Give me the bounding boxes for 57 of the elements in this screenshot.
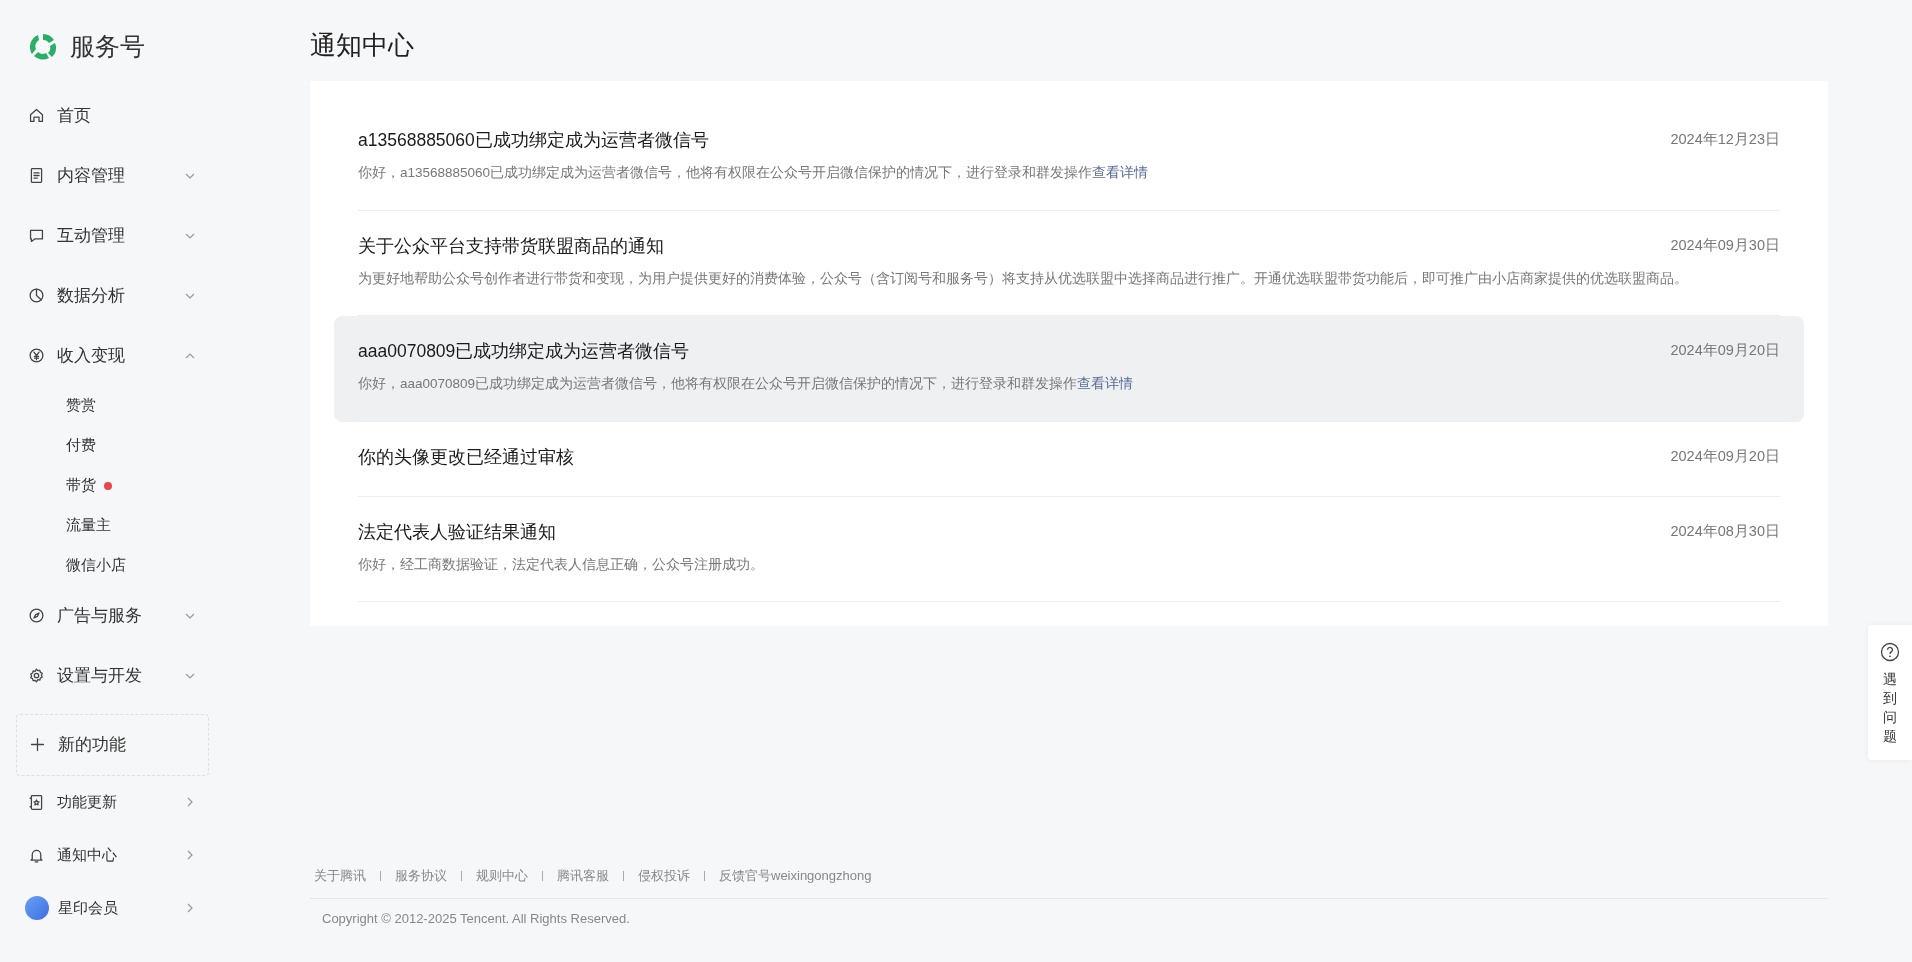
footer-link[interactable]: 侵权投诉 [638,866,690,886]
copyright-text: Copyright © 2012-2025 Tencent. All Rights Reserved. [321,909,631,928]
notification-title: 你的头像更改已经通过审核 [358,445,574,469]
page-title: 通知中心 [310,30,415,62]
pie-chart-icon [28,287,45,304]
member-avatar-icon [25,896,49,920]
help-icon [1880,642,1900,662]
nav-item[interactable]: 收入变现 [16,325,209,386]
notification-date: 2024年09月30日 [1670,235,1780,255]
compass-icon [28,607,45,624]
sidebar-link[interactable]: 星印会员 [16,881,209,935]
notification-title: aaa0070809已成功绑定成为运营者微信号 [358,340,690,364]
notification-summary: 你好，a13568885060已成功绑定成为运营者微信号，他将有权限在公众号开启微信保护的情况下，进行登录和群发操作查看详情 [358,164,1150,183]
footer-link[interactable]: 关于腾讯 [314,866,366,886]
notification-item[interactable]: 你的头像更改已经通过审核 2024年09月20日 [334,421,1804,497]
document-icon [28,167,45,184]
nav-subitem[interactable]: 微信小店 [66,554,126,577]
notification-item[interactable]: aaa0070809已成功绑定成为运营者微信号 2024年09月20日 你好，aaa0070809已成功绑定成为运营者微信号，他将有权限在公众号开启微信保护的情况下，进行登录和群发操作查看详情 [334,316,1804,422]
footer-link[interactable]: 腾讯客服 [557,866,609,886]
nav-item[interactable]: 设置与开发 [16,645,209,706]
logo-icon [28,31,58,62]
notification-date: 2024年12月23日 [1670,130,1780,150]
yen-icon [28,347,45,364]
footer-link[interactable]: 反馈官号weixingongzhong [719,866,872,886]
nav-item[interactable]: 互动管理 [16,205,209,266]
view-details-link[interactable]: 查看详情 [1092,165,1149,181]
help-tab[interactable]: 遇到问题 [1868,625,1912,760]
nav-subitem[interactable]: 赞赏 [66,394,96,417]
notification-summary: 你好，经工商数据验证，法定代表人信息正确，公众号注册成功。 [358,556,765,575]
view-details-link[interactable]: 查看详情 [1077,376,1134,392]
notification-date: 2024年09月20日 [1670,446,1780,466]
footer-link[interactable]: 规则中心 [476,866,528,886]
nav-item[interactable]: 数据分析 [16,265,209,326]
chat-bubble-icon [28,227,45,244]
notification-title: a13568885060已成功绑定成为运营者微信号 [358,129,709,153]
notification-item[interactable]: a13568885060已成功绑定成为运营者微信号 2024年12月23日 你好，a13568885060已成功绑定成为运营者微信号，他将有权限在公众号开启微信保护的情况下，进行登录和群发操作查看详情 [334,105,1804,211]
notification-date: 2024年08月30日 [1670,522,1780,542]
nav-item[interactable]: 内容管理 [16,145,209,206]
notification-summary: 你好，aaa0070809已成功绑定成为运营者微信号，他将有权限在公众号开启微信保护的情况下，进行登录和群发操作查看详情 [358,375,1135,394]
sidebar-link[interactable]: 通知中心 [16,828,209,882]
notification-date: 2024年09月20日 [1670,341,1780,361]
notification-summary: 为更好地帮助公众号创作者进行带货和变现，为用户提供更好的消费体验，公众号（含订阅号和服务号）将支持从优选联盟中选择商品进行推广。开通优选联盟带货功能后，即可推广由小店商家提供的优选联盟商品。 [358,269,1689,288]
notification-title: 法定代表人验证结果通知 [358,520,556,544]
plus-icon [29,736,46,753]
brand-name: 服务号 [70,31,145,62]
nav-subitem[interactable]: 付费 [66,434,96,457]
nav-subitem[interactable]: 带货 [66,474,96,497]
notification-title: 关于公众平台支持带货联盟商品的通知 [358,234,664,258]
nav-subitem[interactable]: 流量主 [66,514,111,537]
new-feature-button[interactable]: 新的功能 [16,713,209,776]
home-icon [28,107,45,124]
footer-link[interactable]: 服务协议 [395,866,447,886]
notification-item[interactable]: 法定代表人验证结果通知 2024年08月30日 你好，经工商数据验证，法定代表人信息正确，公众号注册成功。 [334,496,1804,603]
nav-item[interactable]: 广告与服务 [16,585,209,646]
settings-icon [28,667,45,684]
sidebar-link[interactable]: 功能更新 [16,775,209,829]
nav-item[interactable]: 首页 [16,85,209,146]
